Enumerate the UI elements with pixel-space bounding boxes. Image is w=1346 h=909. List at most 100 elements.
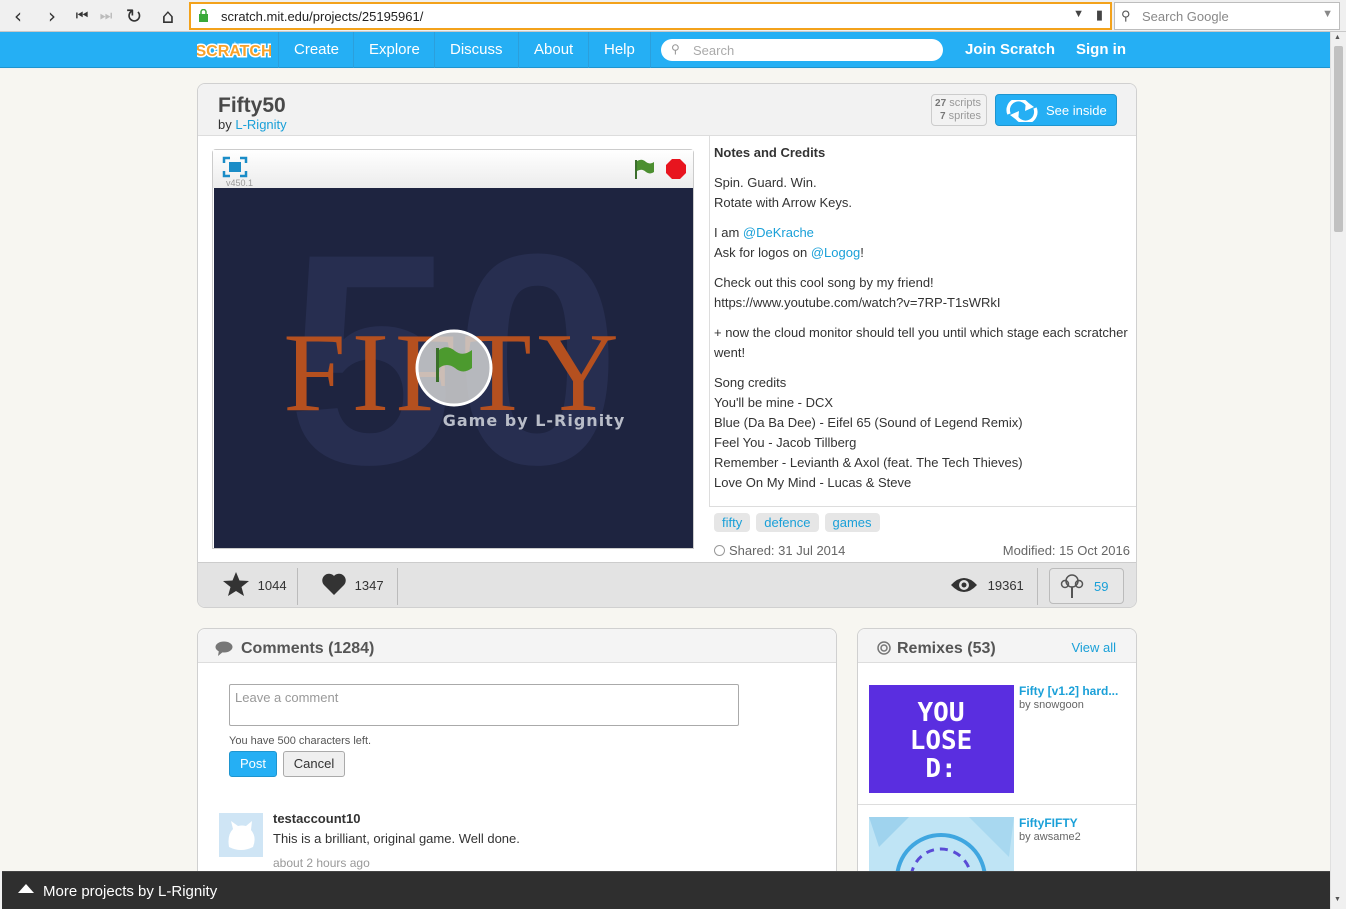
remixes-panel: Remixes (53) View all YOU LOSE D: Fifty … [857,628,1137,888]
project-title: Fifty50 [218,94,286,117]
more-projects-bar[interactable]: More projects by L-Rignity [2,871,1330,909]
thumb-text: LOSE [910,726,973,756]
dropdown-icon[interactable]: ▼ [1322,8,1333,20]
bookmark-icon[interactable]: ▮ [1096,7,1103,23]
comments-panel: Comments (1284) Leave a comment You have… [197,628,837,888]
nav-create[interactable]: Create [278,32,354,68]
remix-thumbnail[interactable]: YOU LOSE D: [869,685,1014,793]
scratch-logo[interactable]: SCRATCH [197,39,271,62]
credit-line: Blue (Da Ba Dee) - Eifel 65 (Sound of Le… [714,415,1023,430]
tag-fifty[interactable]: fifty [714,513,751,532]
chars-left-text: You have 500 characters left. [229,735,372,747]
view-all-link[interactable]: View all [1071,640,1116,655]
nav-help[interactable]: Help [588,32,651,68]
project-stage[interactable]: 50 FIFTY Game by L-Rignity [214,188,693,548]
sign-in-link[interactable]: Sign in [1076,32,1126,68]
site-search-input[interactable]: ⚲ Search [661,39,943,61]
notes-text: Ask for logos on [714,245,811,260]
project-stats-bar: 1044 1347 19361 59 [198,562,1136,607]
cancel-button[interactable]: Cancel [283,751,345,777]
star-icon [223,572,249,596]
project-byline: by L-Rignity [218,117,287,132]
more-projects-label: More projects by L-Rignity [43,883,218,900]
post-button[interactable]: Post [229,751,277,777]
love-count: 1347 [354,578,384,593]
forward-icon[interactable]: › [40,4,64,28]
search-placeholder: Search Google [1142,9,1229,24]
nav-explore[interactable]: Explore [353,32,435,68]
project-player: v450.1 50 FIFTY Game by L-Rignity [212,149,694,549]
shared-date: Shared: 31 Jul 2014 [714,543,845,558]
fullscreen-icon[interactable] [222,156,248,178]
divider [709,506,1136,507]
credit-line: Feel You - Jacob Tillberg [714,435,857,450]
notes-paragraph: + now the cloud monitor should tell you … [714,323,1132,363]
divider [1037,568,1038,605]
remix-author: by snowgoon [1019,699,1084,711]
dekrache-link[interactable]: @DeKrache [743,225,814,240]
comment-input[interactable]: Leave a comment [229,684,739,726]
notes-line: + now the cloud monitor should tell you … [714,325,1128,360]
page-scrollbar[interactable]: ▲ ▼ [1330,32,1346,909]
tag-games[interactable]: games [824,513,880,532]
credit-line: Remember - Levianth & Axol (feat. The Te… [714,455,1023,470]
scroll-down-icon[interactable]: ▼ [1334,896,1341,903]
song-url: https://www.youtube.com/watch?v=7RP-T1sW… [714,295,1001,310]
project-header: Fifty50 by L-Rignity 27 scripts 7 sprite… [198,84,1136,136]
notes-paragraph: Song credits You'll be mine - DCX Blue (… [714,373,1132,493]
skip-back-icon[interactable]: ⏮ [70,4,94,28]
remix-title[interactable]: Fifty [v1.2] hard... [1019,684,1129,698]
views-count: 19361 [987,578,1024,593]
favorite-stat[interactable]: 1044 [222,563,287,607]
notes-paragraph: Spin. Guard. Win. Rotate with Arrow Keys… [714,173,1132,213]
project-stats-box: 27 scripts 7 sprites [931,94,987,126]
avatar[interactable] [219,813,263,857]
back-icon[interactable]: ‹ [6,4,30,28]
reload-icon[interactable]: ↻ [122,4,146,28]
comments-header: Comments (1284) [198,629,836,663]
tag-list: fifty defence games [714,513,886,532]
scroll-thumb[interactable] [1334,46,1343,232]
notes-and-credits: Notes and Credits Spin. Guard. Win. Rota… [709,136,1136,506]
credits-heading: Song credits [714,375,787,390]
player-version: v450.1 [226,178,254,188]
notes-line: Check out this cool song by my friend! [714,275,934,290]
notes-line: Spin. Guard. Win. [714,175,817,190]
stage-subtitle: Game by L-Rignity [443,411,626,430]
search-icon: ⚲ [1121,8,1131,23]
notes-heading: Notes and Credits [714,145,826,160]
shared-text: Shared: 31 Jul 2014 [729,543,846,558]
by-label: by [218,117,232,132]
see-inside-label: See inside [1046,103,1107,118]
views-stat: 19361 [950,563,1024,607]
comment-bubble-icon [215,641,233,656]
nav-about[interactable]: About [518,32,588,68]
remix-tree-button[interactable]: 59 [1049,568,1124,604]
tree-icon [1060,574,1084,598]
remix-author: by awsame2 [1019,831,1081,843]
stop-icon[interactable] [665,158,687,180]
url-bar[interactable]: scratch.mit.edu/projects/25195961/ ▼ ▮ [189,2,1112,30]
see-inside-button[interactable]: See inside [995,94,1117,126]
skip-forward-icon[interactable]: ⏭ [94,4,118,28]
scroll-up-icon[interactable]: ▲ [1334,34,1341,41]
dropdown-icon[interactable]: ▼ [1073,8,1084,20]
scripts-count: 27 [935,98,947,109]
home-icon[interactable]: ⌂ [156,4,180,28]
browser-search-input[interactable]: ⚲ Search Google ▼ [1114,2,1340,30]
site-navbar: SCRATCH Create Explore Discuss About Hel… [0,32,1330,68]
nav-discuss[interactable]: Discuss [434,32,518,68]
author-link[interactable]: L-Rignity [235,117,286,132]
scripts-label: scripts [949,97,981,109]
tag-defence[interactable]: defence [756,513,819,532]
stage-play-button[interactable] [415,329,493,407]
notes-text: ! [860,245,864,260]
favorite-count: 1044 [257,578,287,593]
remix-title[interactable]: FiftyFIFTY [1019,816,1129,830]
green-flag-icon[interactable] [632,158,656,180]
logog-link[interactable]: @Logog [811,245,860,260]
comment-username[interactable]: testaccount10 [273,811,360,826]
join-scratch-link[interactable]: Join Scratch [965,32,1055,68]
love-stat[interactable]: 1347 [321,563,384,607]
search-icon: ⚲ [671,42,680,56]
